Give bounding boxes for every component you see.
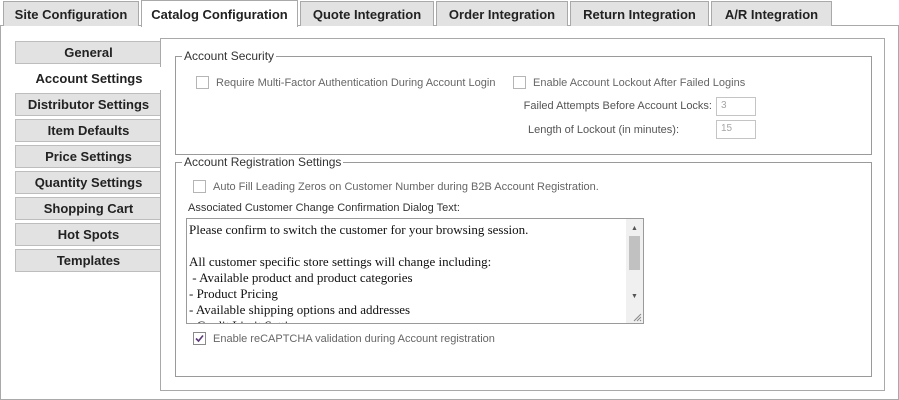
sidebar-item-hot-spots[interactable]: Hot Spots [15, 223, 161, 246]
recaptcha-label: Enable reCAPTCHA validation during Accou… [213, 332, 495, 345]
lockout-length-label: Length of Lockout (in minutes): [527, 124, 679, 136]
checkmark-icon [195, 334, 204, 343]
lockout-length-input[interactable]: 15 [716, 120, 756, 139]
account-security-legend: Account Security [184, 49, 275, 63]
recaptcha-checkbox[interactable] [193, 332, 206, 345]
sidebar-item-price-settings[interactable]: Price Settings [15, 145, 161, 168]
recaptcha-option[interactable]: Enable reCAPTCHA validation during Accou… [193, 332, 495, 345]
mfa-checkbox[interactable] [196, 76, 209, 89]
dialog-text-area[interactable]: Please confirm to switch the customer fo… [186, 218, 644, 324]
mfa-option[interactable]: Require Multi-Factor Authentication Duri… [196, 76, 495, 89]
sidebar-item-general[interactable]: General [15, 41, 161, 64]
sidebar-item-templates[interactable]: Templates [15, 249, 161, 272]
account-registration-legend: Account Registration Settings [184, 155, 342, 169]
dialog-text-label: Associated Customer Change Confirmation … [188, 202, 460, 214]
tab-catalog-configuration[interactable]: Catalog Configuration [141, 0, 298, 27]
dialog-text-content[interactable]: Please confirm to switch the customer fo… [189, 222, 625, 323]
tab-ar-integration[interactable]: A/R Integration [711, 1, 832, 26]
failed-attempts-label: Failed Attempts Before Account Locks: [523, 100, 712, 112]
sidebar-item-account-settings[interactable]: Account Settings [15, 67, 162, 90]
tab-order-integration[interactable]: Order Integration [436, 1, 568, 26]
top-tab-bar: Site Configuration Catalog Configuration… [0, 0, 899, 27]
sidebar-item-item-defaults[interactable]: Item Defaults [15, 119, 161, 142]
lockout-option[interactable]: Enable Account Lockout After Failed Logi… [513, 76, 745, 89]
scroll-down-icon[interactable]: ▼ [626, 289, 643, 303]
failed-attempts-input[interactable]: 3 [716, 97, 756, 116]
tab-quote-integration[interactable]: Quote Integration [300, 1, 434, 26]
sidebar-item-distributor-settings[interactable]: Distributor Settings [15, 93, 161, 116]
lockout-label: Enable Account Lockout After Failed Logi… [533, 76, 746, 89]
scroll-thumb[interactable] [629, 236, 640, 270]
sidebar-item-shopping-cart[interactable]: Shopping Cart [15, 197, 161, 220]
dialog-text-scrollbar[interactable]: ▲ ▼ [626, 219, 643, 323]
tab-return-integration[interactable]: Return Integration [570, 1, 709, 26]
sidebar-item-quantity-settings[interactable]: Quantity Settings [15, 171, 161, 194]
resize-grip-icon[interactable] [632, 312, 642, 322]
auto-fill-label: Auto Fill Leading Zeros on Customer Numb… [213, 180, 599, 193]
lockout-checkbox[interactable] [513, 76, 526, 89]
auto-fill-checkbox[interactable] [193, 180, 206, 193]
tab-site-configuration[interactable]: Site Configuration [3, 1, 139, 26]
scroll-up-icon[interactable]: ▲ [626, 221, 643, 235]
mfa-label: Require Multi-Factor Authentication Duri… [216, 76, 496, 89]
auto-fill-option[interactable]: Auto Fill Leading Zeros on Customer Numb… [193, 180, 599, 193]
